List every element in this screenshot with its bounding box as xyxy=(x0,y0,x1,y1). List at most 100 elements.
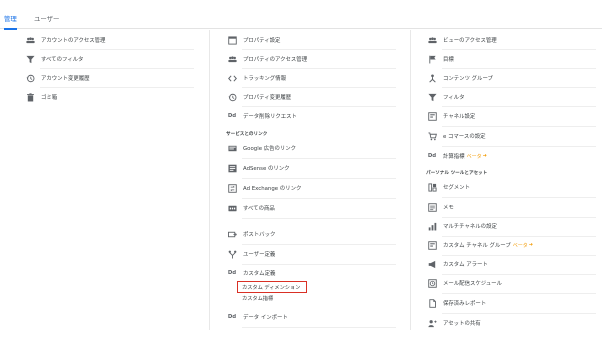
data-import-label: データ インポート xyxy=(243,315,288,321)
account-history-item[interactable]: アカウント変更履歴 xyxy=(24,68,194,88)
data-import-item[interactable]: Dd データ インポート xyxy=(226,307,396,327)
account-access-item[interactable]: アカウントのアクセス管理 xyxy=(24,30,194,50)
channel-icon xyxy=(426,111,438,121)
dd-icon: Dd xyxy=(227,314,237,320)
ecommerce-settings-label: e コマースの設定 xyxy=(443,134,486,140)
account-history-label: アカウント変更履歴 xyxy=(41,76,90,82)
property-history-label: プロパティ変更履歴 xyxy=(243,95,292,101)
custom-metrics-link[interactable]: カスタム指標 xyxy=(242,295,273,302)
history-icon xyxy=(226,92,238,102)
notes-label: メモ xyxy=(443,205,454,211)
channel-icon xyxy=(426,240,438,250)
email-schedule-item[interactable]: メール配信スケジュール xyxy=(426,273,596,293)
user-definitions-label: ユーザー定義 xyxy=(243,252,276,258)
google-ads-link-label: Google 広告のリンク xyxy=(243,146,297,152)
view-filters-item[interactable]: フィルタ xyxy=(426,87,596,107)
beta-badge: ベータ xyxy=(512,242,528,249)
megaphone-icon xyxy=(426,259,438,269)
cart-icon xyxy=(426,131,438,141)
custom-alerts-item[interactable]: カスタム アラート xyxy=(426,254,596,274)
dd-icon: Dd xyxy=(227,270,237,276)
email-schedule-label: メール配信スケジュール xyxy=(443,281,502,287)
user-definitions-item[interactable]: ユーザー定義 xyxy=(226,244,396,264)
goals-label: 目標 xyxy=(443,57,454,63)
tracking-info-item[interactable]: トラッキング情報 xyxy=(226,68,396,88)
data-deletion-item[interactable]: Dd データ削除リクエスト xyxy=(226,106,396,126)
account-filters-label: すべてのフィルタ xyxy=(41,57,84,63)
all-products-item[interactable]: すべての商品 xyxy=(226,198,396,218)
calculated-metrics-item[interactable]: Dd 計算指標 ベータ ➜ xyxy=(426,146,596,166)
segments-label: セグメント xyxy=(443,185,470,191)
channel-settings-label: チャネル設定 xyxy=(443,114,476,120)
flag-icon xyxy=(426,54,438,64)
postback-item[interactable]: ポストバック xyxy=(226,224,396,244)
people-icon xyxy=(24,35,36,45)
custom-definitions-label: カスタム定義 xyxy=(243,271,276,277)
adexchange-link-label: Ad Exchange のリンク xyxy=(243,186,302,192)
content-group-icon xyxy=(426,73,438,83)
adexchange-link-item[interactable]: Ad Exchange のリンク xyxy=(226,178,396,198)
bar-chart-icon xyxy=(426,221,438,231)
adsense-link-label: AdSense のリンク xyxy=(243,166,290,172)
multichannel-settings-label: マルチチャネルの設定 xyxy=(443,224,497,230)
tab-admin[interactable]: 管理 xyxy=(4,14,17,30)
all-products-label: すべての商品 xyxy=(243,206,275,212)
divider xyxy=(242,218,396,219)
calculated-metrics-label: 計算指標 xyxy=(443,154,465,160)
channel-settings-item[interactable]: チャネル設定 xyxy=(426,106,596,126)
people-icon xyxy=(426,35,438,45)
saved-reports-item[interactable]: 保存済みレポート xyxy=(426,293,596,313)
adsense-link-item[interactable]: AdSense のリンク xyxy=(226,158,396,178)
custom-definitions-item[interactable]: Dd カスタム定義 xyxy=(226,263,396,283)
ecommerce-settings-item[interactable]: e コマースの設定 xyxy=(426,126,596,146)
clock-icon xyxy=(426,278,438,288)
property-settings-label: プロパティ設定 xyxy=(243,38,281,44)
property-access-item[interactable]: プロパティのアクセス管理 xyxy=(226,49,396,69)
filter-icon xyxy=(24,54,36,64)
filter-icon xyxy=(426,92,438,102)
account-trash-item[interactable]: ゴミ箱 xyxy=(24,87,194,107)
content-group-item[interactable]: コンテンツ グループ xyxy=(426,68,596,88)
notes-item[interactable]: メモ xyxy=(426,197,596,217)
share-assets-label: アセットの共有 xyxy=(443,321,481,327)
custom-channel-group-item[interactable]: カスタム チャネル グループ ベータ ➜ xyxy=(426,235,596,255)
column-divider xyxy=(410,30,411,330)
custom-alerts-label: カスタム アラート xyxy=(443,262,488,268)
account-filters-item[interactable]: すべてのフィルタ xyxy=(24,49,194,69)
divider xyxy=(242,327,396,328)
property-settings-item[interactable]: プロパティ設定 xyxy=(226,30,396,50)
adexchange-icon xyxy=(226,183,238,193)
trash-icon xyxy=(24,92,36,102)
tab-user[interactable]: ユーザー xyxy=(34,14,59,23)
fork-icon xyxy=(226,249,238,259)
data-deletion-label: データ削除リクエスト xyxy=(243,114,297,120)
dd-icon: Dd xyxy=(227,113,237,119)
account-access-label: アカウントのアクセス管理 xyxy=(41,38,106,44)
beta-badge: ベータ xyxy=(466,153,482,160)
view-access-label: ビューのアクセス管理 xyxy=(443,38,497,44)
account-trash-label: ゴミ箱 xyxy=(41,95,58,101)
column-divider xyxy=(209,30,210,330)
code-icon xyxy=(226,73,238,83)
share-assets-item[interactable]: アセットの共有 xyxy=(426,313,596,333)
google-ads-link-item[interactable]: Google 広告のリンク xyxy=(226,138,396,158)
property-access-label: プロパティのアクセス管理 xyxy=(243,57,308,63)
share-person-icon xyxy=(426,318,438,328)
adsense-icon xyxy=(226,163,238,173)
personal-tools-section-header: パーソナル ツールとアセット xyxy=(426,171,488,176)
all-products-icon xyxy=(226,203,238,213)
beta-arrow-icon: ➜ xyxy=(528,242,533,248)
document-icon xyxy=(426,298,438,308)
saved-reports-label: 保存済みレポート xyxy=(443,301,487,307)
goals-item[interactable]: 目標 xyxy=(426,49,596,69)
custom-channel-group-label: カスタム チャネル グループ xyxy=(443,243,511,249)
multichannel-settings-item[interactable]: マルチチャネルの設定 xyxy=(426,216,596,236)
dd-icon: Dd xyxy=(427,153,437,159)
view-access-item[interactable]: ビューのアクセス管理 xyxy=(426,30,596,50)
history-icon xyxy=(24,73,36,83)
segments-item[interactable]: セグメント xyxy=(426,177,596,197)
property-history-item[interactable]: プロパティ変更履歴 xyxy=(226,87,396,107)
highlight-box xyxy=(237,281,307,293)
beta-arrow-icon: ➜ xyxy=(482,153,487,159)
postback-label: ポストバック xyxy=(243,232,276,238)
